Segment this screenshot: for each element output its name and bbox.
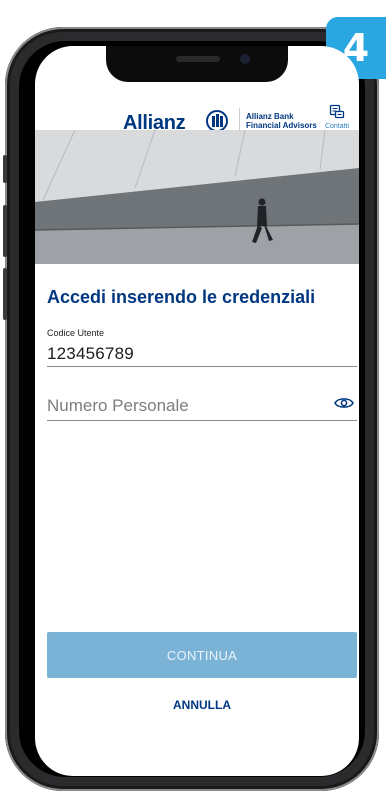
allianz-eagle-logo-icon (206, 110, 228, 132)
volume-up-button (3, 205, 7, 257)
contacts-button[interactable]: Contatti (317, 104, 357, 130)
brand-subtitle: Allianz Bank Financial Advisors (246, 112, 317, 130)
personal-number-input[interactable]: Numero Personale (47, 396, 189, 416)
brand-subtitle-line-2: Financial Advisors (246, 121, 317, 130)
app-screen: Allianz Allianz Bank Financial Advisors … (35, 46, 359, 776)
brand-subtitle-line-1: Allianz Bank (246, 112, 294, 121)
chat-icon (329, 104, 345, 119)
continue-button[interactable]: CONTINUA (47, 632, 357, 678)
eye-icon[interactable] (334, 396, 354, 410)
contacts-label: Contatti (324, 123, 350, 130)
page-title: Accedi inserendo le credenziali (47, 287, 316, 307)
speaker-grille (176, 56, 220, 62)
hero-image (35, 130, 359, 264)
phone-notch (106, 46, 288, 82)
front-camera (240, 54, 250, 64)
user-code-input[interactable]: 123456789 (47, 344, 134, 364)
cancel-button[interactable]: ANNULLA (145, 694, 259, 716)
personal-number-underline (47, 420, 357, 421)
user-code-label: Codice Utente (47, 328, 105, 338)
user-code-underline (47, 366, 357, 367)
mute-switch (3, 155, 7, 183)
volume-down-button (3, 268, 7, 320)
